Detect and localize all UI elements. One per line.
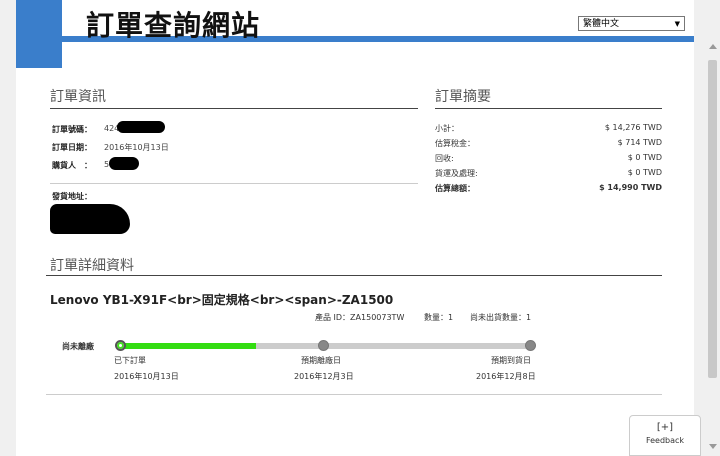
scroll-up-arrow-icon[interactable]: [709, 44, 717, 49]
redaction-mark: [50, 204, 130, 234]
step-dot-ordered: [115, 340, 126, 351]
recycle-label: 回收:: [435, 154, 454, 163]
product-name: Lenovo YB1-X91F<br>固定規格<br><span>-ZA1500: [50, 293, 394, 307]
buyer-label: 購貨人 ：: [52, 161, 92, 170]
recycle-value: $ 0 TWD: [627, 153, 662, 162]
order-detail-title: 訂單詳細資料: [50, 258, 134, 274]
redaction-mark: [117, 121, 165, 133]
shipping-label: 貨運及處理:: [435, 169, 478, 178]
header-accent-block: [16, 0, 62, 68]
order-summary-rule: [435, 108, 662, 109]
unshipped-quantity: 尚未出貨數量：1: [470, 313, 532, 322]
order-info-title: 訂單資訊: [50, 89, 106, 105]
tracking-status-label: 尚未離廠: [62, 342, 94, 351]
step-label-ship-date: 預期離廠日: [301, 356, 341, 365]
step-dot-ship-date: [318, 340, 329, 351]
dropdown-arrow-icon: ▼: [674, 20, 680, 28]
redaction-mark: [109, 157, 139, 170]
step-date-ship-date: 2016年12月3日: [294, 372, 354, 381]
order-summary-title: 訂單摘要: [435, 89, 491, 105]
total-value: $ 14,990 TWD: [599, 183, 662, 192]
step-date-delivery-date: 2016年12月8日: [476, 372, 536, 381]
step-date-ordered: 2016年10月13日: [114, 372, 179, 381]
language-select-value: 繁體中文: [583, 19, 620, 29]
order-detail-bottom-rule: [46, 394, 662, 395]
order-detail-rule: [46, 275, 662, 276]
step-dot-delivery-date: [525, 340, 536, 351]
product-id: 產品 ID：ZA150073TW: [315, 313, 405, 322]
order-info-rule: [50, 108, 418, 109]
feedback-icon: [+]: [656, 422, 674, 433]
order-date-value: 2016年10月13日: [104, 143, 169, 152]
feedback-label: Feedback: [645, 436, 685, 445]
order-info-divider: [50, 183, 418, 184]
shipping-value: $ 0 TWD: [627, 168, 662, 177]
product-quantity: 數量：1: [424, 313, 454, 322]
scroll-down-arrow-icon[interactable]: [709, 444, 717, 449]
feedback-button[interactable]: [+] Feedback: [629, 415, 701, 456]
subtotal-label: 小計：: [435, 124, 459, 133]
tax-label: 估算稅金：: [435, 139, 475, 148]
shipping-address-label: 發貨地址：: [52, 192, 92, 201]
page-container: 訂單查詢網站 訂單資訊 訂單號碼： 424 訂單日期： 2016年10月13日 …: [16, 0, 694, 456]
tax-value: $ 714 TWD: [617, 138, 662, 147]
vertical-scrollbar[interactable]: [705, 0, 720, 456]
step-label-ordered: 已下訂單: [114, 356, 146, 365]
order-date-label: 訂單日期：: [52, 143, 92, 152]
language-select[interactable]: 繁體中文 ▼: [578, 16, 685, 31]
order-number-label: 訂單號碼：: [52, 125, 92, 134]
total-label: 估算總額：: [435, 184, 475, 193]
step-label-delivery-date: 預期到貨日: [491, 356, 531, 365]
scrollbar-thumb[interactable]: [708, 60, 717, 378]
subtotal-value: $ 14,276 TWD: [604, 123, 662, 132]
site-title: 訂單查詢網站: [86, 9, 261, 42]
progress-fill: [120, 343, 256, 349]
